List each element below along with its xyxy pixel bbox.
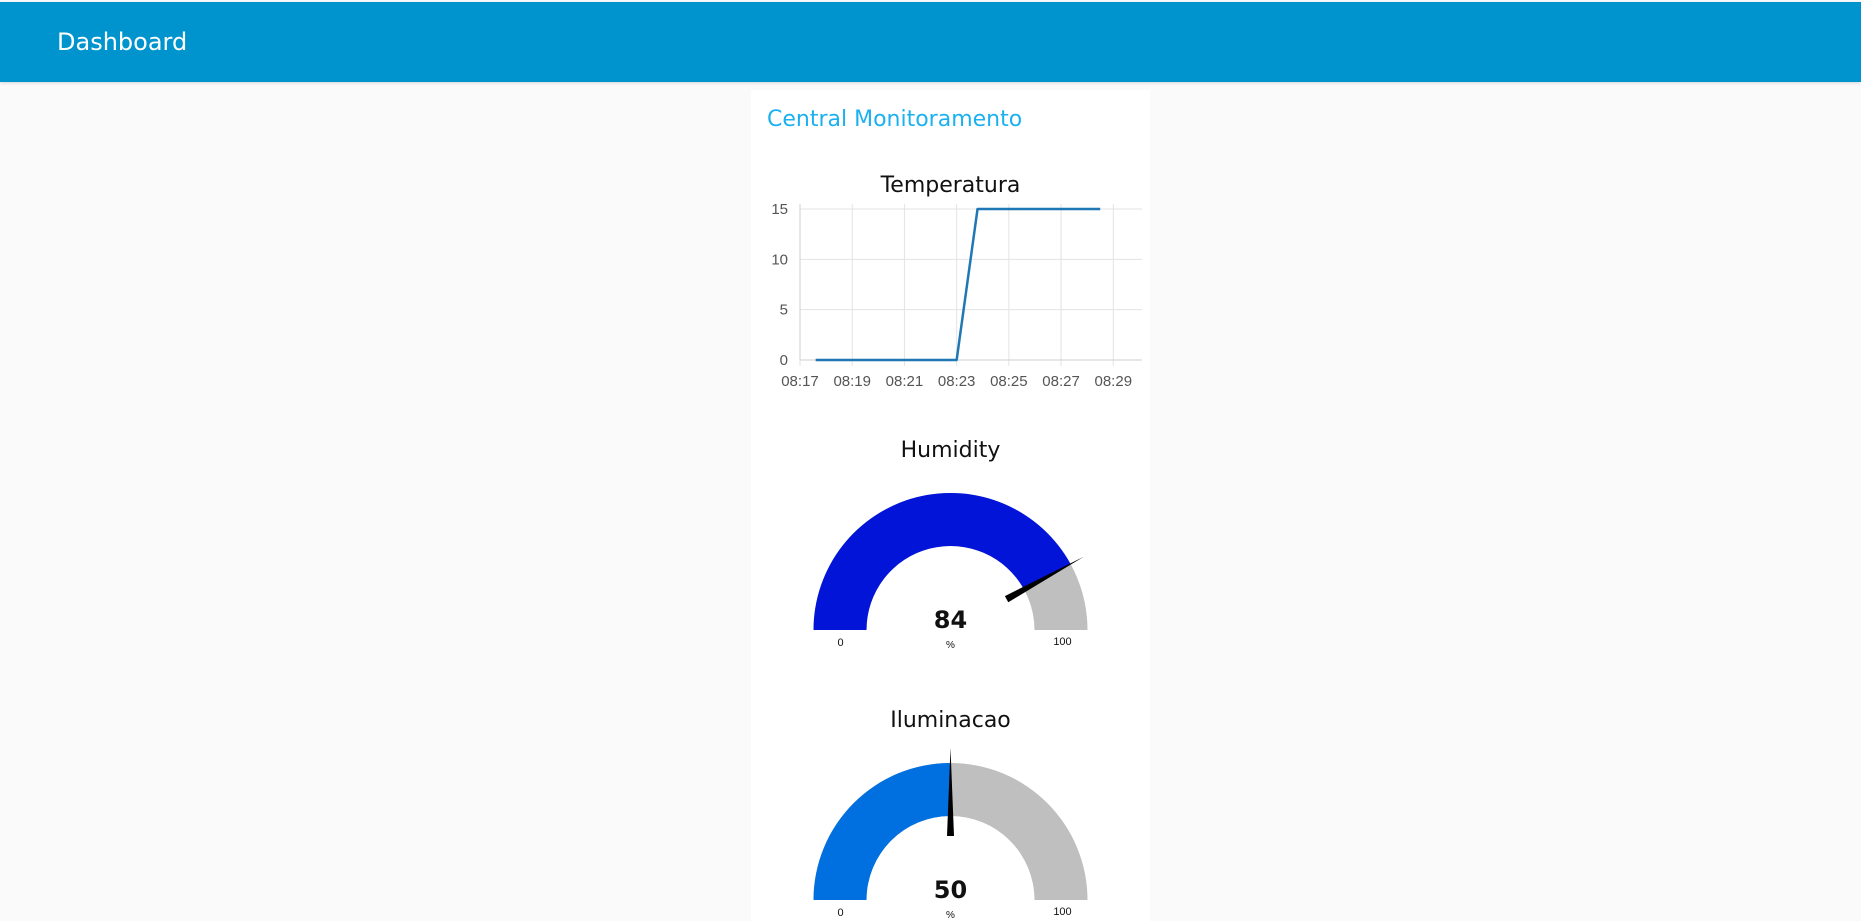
- gauge-value: 50: [934, 876, 967, 904]
- x-tick-label: 08:25: [990, 373, 1028, 390]
- gauge-min-label: 0: [837, 637, 843, 649]
- top-bar: Dashboard: [0, 2, 1861, 82]
- y-tick-label: 0: [780, 352, 788, 369]
- gauge-units: %: [946, 910, 955, 921]
- temperature-chart-title: Temperatura: [880, 173, 1021, 198]
- gauge-max-label: 100: [1053, 636, 1071, 648]
- gauge-max-label: 100: [1053, 906, 1071, 918]
- x-tick-label: 08:19: [833, 373, 871, 390]
- gauge-value: 84: [934, 606, 967, 634]
- temperature-series-line: [815, 207, 1101, 362]
- x-tick-label: 08:29: [1095, 373, 1133, 390]
- y-tick-label: 10: [771, 251, 788, 268]
- light-gauge: 50% 0 100: [813, 748, 1088, 921]
- y-tick-label: 15: [771, 201, 788, 218]
- x-tick-label: 08:23: [938, 373, 976, 390]
- group-panel: Central Monitoramento Temperatura 0 5 10 15…: [751, 90, 1150, 921]
- x-tick-label: 08:27: [1042, 373, 1080, 390]
- temperature-chart: 0 5 10 15 08:17 08:19 08:21 08:23 08:25 08:27 08:2…: [771, 201, 1142, 390]
- gauge-min-label: 0: [837, 907, 843, 919]
- humidity-gauge: 84% 0 100: [813, 493, 1088, 651]
- x-tick-label: 08:17: [781, 373, 819, 390]
- humidity-gauge-title: Humidity: [900, 438, 1001, 463]
- group-title: Central Monitoramento: [767, 107, 1023, 132]
- gauge-units: %: [946, 640, 955, 651]
- y-tick-label: 5: [780, 302, 788, 319]
- light-gauge-title: Iluminacao: [890, 708, 1011, 733]
- dashboard-title: Dashboard: [57, 28, 188, 56]
- gauge-fill: [813, 763, 951, 900]
- x-tick-label: 08:21: [886, 373, 924, 390]
